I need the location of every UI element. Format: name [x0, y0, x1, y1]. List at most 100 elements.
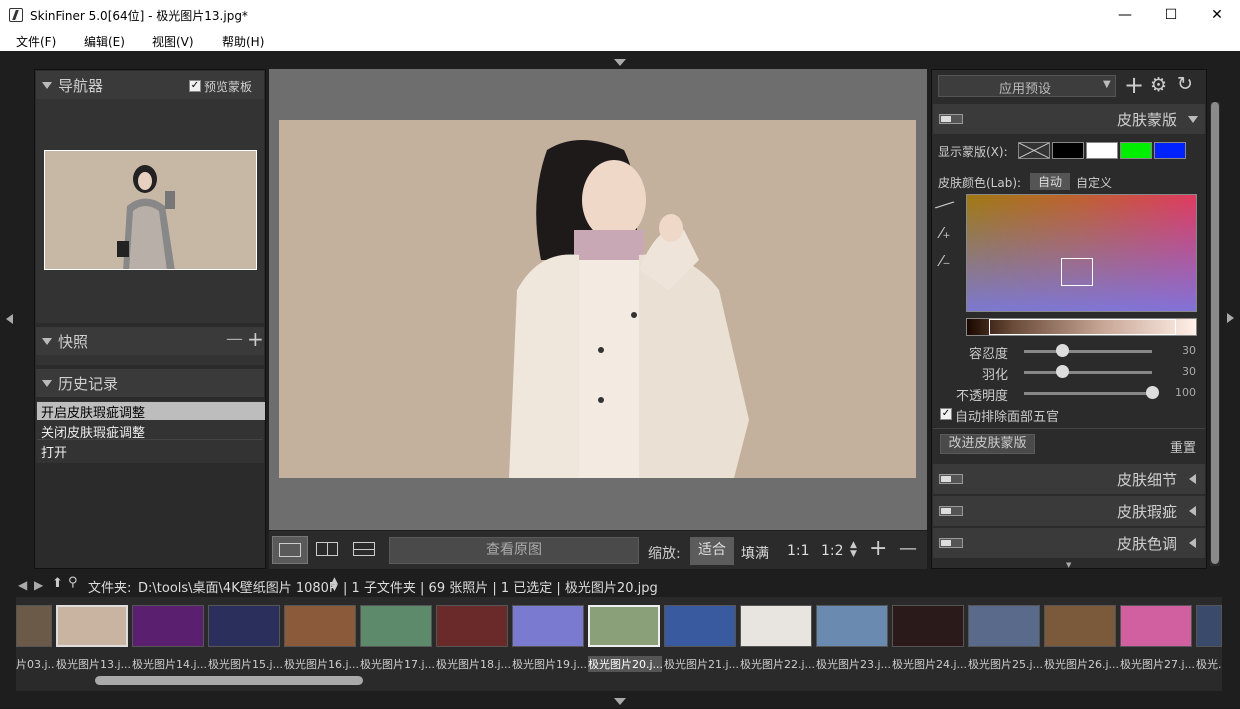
snapshot-header[interactable]: 快照 — +: [36, 327, 264, 355]
skin-tone-toggle[interactable]: [939, 538, 963, 548]
filmstrip-thumbnail[interactable]: [284, 605, 356, 647]
filmstrip-label: 极光图片19.j...: [512, 658, 586, 671]
history-item[interactable]: 关闭皮肤瑕疵调整: [37, 422, 263, 441]
filmstrip-thumbnail[interactable]: [664, 605, 736, 647]
filmstrip-thumbnail[interactable]: [816, 605, 888, 647]
zoom-1-1-button[interactable]: 1:1: [787, 543, 810, 559]
filmstrip-thumbnail[interactable]: [436, 605, 508, 647]
right-panel-toggle-icon[interactable]: [1227, 313, 1234, 323]
bottom-panel-toggle-icon[interactable]: [614, 694, 626, 709]
left-panel-toggle-icon[interactable]: [6, 313, 13, 328]
mask-white-swatch[interactable]: [1086, 142, 1118, 159]
add-snapshot-button[interactable]: +: [247, 327, 264, 351]
reset-button[interactable]: 重置: [1170, 437, 1196, 456]
filmstrip-thumbnail[interactable]: [968, 605, 1040, 647]
zoom-fit-button[interactable]: 适合: [690, 537, 734, 565]
history-item[interactable]: 打开: [37, 442, 263, 461]
scrollbar-thumb[interactable]: [1211, 102, 1219, 564]
filmstrip-thumbnail[interactable]: [1044, 605, 1116, 647]
skin-color-auto-button[interactable]: 自动: [1030, 173, 1070, 190]
skin-detail-toggle[interactable]: [939, 474, 963, 484]
skin-mask-toggle[interactable]: [939, 114, 963, 124]
add-preset-button[interactable]: +: [1124, 71, 1144, 99]
single-view-button[interactable]: [272, 536, 308, 564]
history-header[interactable]: 历史记录: [36, 369, 264, 397]
eyedropper-add-icon[interactable]: ⁄₊: [940, 224, 950, 242]
auto-exclude-checkbox[interactable]: ✓: [940, 408, 952, 420]
preview-mask-checkbox[interactable]: ✓: [189, 80, 201, 92]
menu-file[interactable]: 文件(F): [16, 33, 56, 50]
menu-view[interactable]: 视图(V): [152, 33, 194, 50]
filmstrip-label: 极光图片15.j...: [208, 658, 282, 671]
skin-tone-range-bar[interactable]: [966, 318, 1197, 336]
skin-color-custom-button[interactable]: 自定义: [1076, 174, 1112, 191]
maximize-button[interactable]: ☐: [1148, 0, 1194, 30]
close-button[interactable]: ✕: [1194, 0, 1240, 30]
zoom-out-button[interactable]: —: [899, 538, 917, 559]
skin-color-picker[interactable]: [966, 194, 1197, 312]
filmstrip-label: 极光...: [1196, 658, 1222, 671]
filmstrip-thumbnail[interactable]: [360, 605, 432, 647]
main-image[interactable]: [279, 120, 916, 478]
menu-help[interactable]: 帮助(H): [222, 33, 264, 50]
refine-skin-mask-button[interactable]: 改进皮肤蒙版: [940, 434, 1035, 454]
skin-tone-range-selection[interactable]: [989, 319, 1176, 335]
menu-edit[interactable]: 编辑(E): [84, 33, 125, 50]
right-panel-scrollbar[interactable]: [1210, 102, 1220, 566]
refresh-icon[interactable]: ↻: [1177, 73, 1193, 95]
filmstrip-thumbnail[interactable]: [512, 605, 584, 647]
eyedropper-subtract-icon[interactable]: ⁄₋: [940, 252, 950, 270]
back-arrow-icon[interactable]: ◀: [18, 578, 27, 592]
forward-arrow-icon[interactable]: ▶: [34, 578, 43, 592]
filmstrip-thumbnail[interactable]: [740, 605, 812, 647]
filmstrip-thumbnail[interactable]: [1196, 605, 1222, 647]
mask-blue-swatch[interactable]: [1154, 142, 1186, 159]
filmstrip-thumbnail[interactable]: [588, 605, 660, 647]
tolerance-slider[interactable]: [1024, 350, 1152, 353]
zoom-fill-button[interactable]: 填满: [741, 543, 769, 563]
skin-mask-title: 皮肤蒙版: [1117, 111, 1178, 129]
folder-path-dropdown[interactable]: D:\tools\桌面\4K壁纸图片 1080P: [138, 577, 337, 596]
scroll-down-icon[interactable]: ▼: [1066, 561, 1071, 569]
opacity-slider[interactable]: [1024, 392, 1152, 395]
split-vertical-view-button[interactable]: [310, 536, 346, 564]
path-dropdown-arrow-icon[interactable]: ▲ ▼: [331, 577, 338, 593]
skin-blemish-toggle[interactable]: [939, 506, 963, 516]
color-picker-selection[interactable]: [1061, 258, 1093, 286]
search-icon[interactable]: ⚲: [68, 575, 78, 590]
feather-label: 羽化: [981, 368, 1008, 383]
skin-detail-header[interactable]: 皮肤细节: [933, 464, 1205, 494]
skin-blemish-header[interactable]: 皮肤瑕疵: [933, 496, 1205, 526]
history-item[interactable]: 开启皮肤瑕疵调整: [37, 402, 265, 421]
gear-icon[interactable]: ⚙: [1150, 74, 1167, 96]
mask-black-swatch[interactable]: [1052, 142, 1084, 159]
filmstrip-thumbnail[interactable]: [132, 605, 204, 647]
filmstrip-thumbnail[interactable]: [56, 605, 128, 647]
filmstrip-scrollbar-thumb[interactable]: [95, 676, 363, 685]
navigator-thumbnail[interactable]: [44, 150, 257, 270]
preset-dropdown[interactable]: 应用预设 ▼: [938, 75, 1116, 97]
filmstrip-thumbnail[interactable]: [208, 605, 280, 647]
navigator-header[interactable]: 导航器 ✓ 预览蒙板: [36, 71, 264, 99]
feather-slider[interactable]: [1024, 371, 1152, 374]
zoom-in-button[interactable]: +: [869, 536, 887, 561]
opacity-slider-knob[interactable]: [1146, 386, 1159, 399]
filmstrip-thumbnail[interactable]: [892, 605, 964, 647]
up-folder-icon[interactable]: ⬆: [52, 576, 63, 591]
filmstrip-thumbnail[interactable]: [16, 605, 52, 647]
skin-tone-header[interactable]: 皮肤色调: [933, 528, 1205, 558]
view-original-button[interactable]: 查看原图: [389, 537, 639, 564]
mask-green-swatch[interactable]: [1120, 142, 1152, 159]
filmstrip-label: 极光图片23.j...: [816, 658, 890, 671]
top-panel-toggle-icon[interactable]: [614, 55, 626, 70]
skin-mask-header[interactable]: 皮肤蒙版: [933, 104, 1205, 134]
zoom-stepper-icon[interactable]: ▲ ▼: [850, 541, 857, 559]
minimize-button[interactable]: —: [1102, 0, 1148, 30]
zoom-1-2-button[interactable]: 1:2: [821, 543, 844, 559]
split-horizontal-view-button[interactable]: [347, 536, 383, 564]
filmstrip-thumbnail[interactable]: [1120, 605, 1192, 647]
mask-none-swatch[interactable]: [1018, 142, 1050, 159]
menu-bar: 文件(F) 编辑(E) 视图(V) 帮助(H): [0, 30, 1240, 51]
remove-snapshot-button[interactable]: —: [226, 329, 243, 349]
filmstrip-scrollbar[interactable]: [16, 673, 1222, 687]
